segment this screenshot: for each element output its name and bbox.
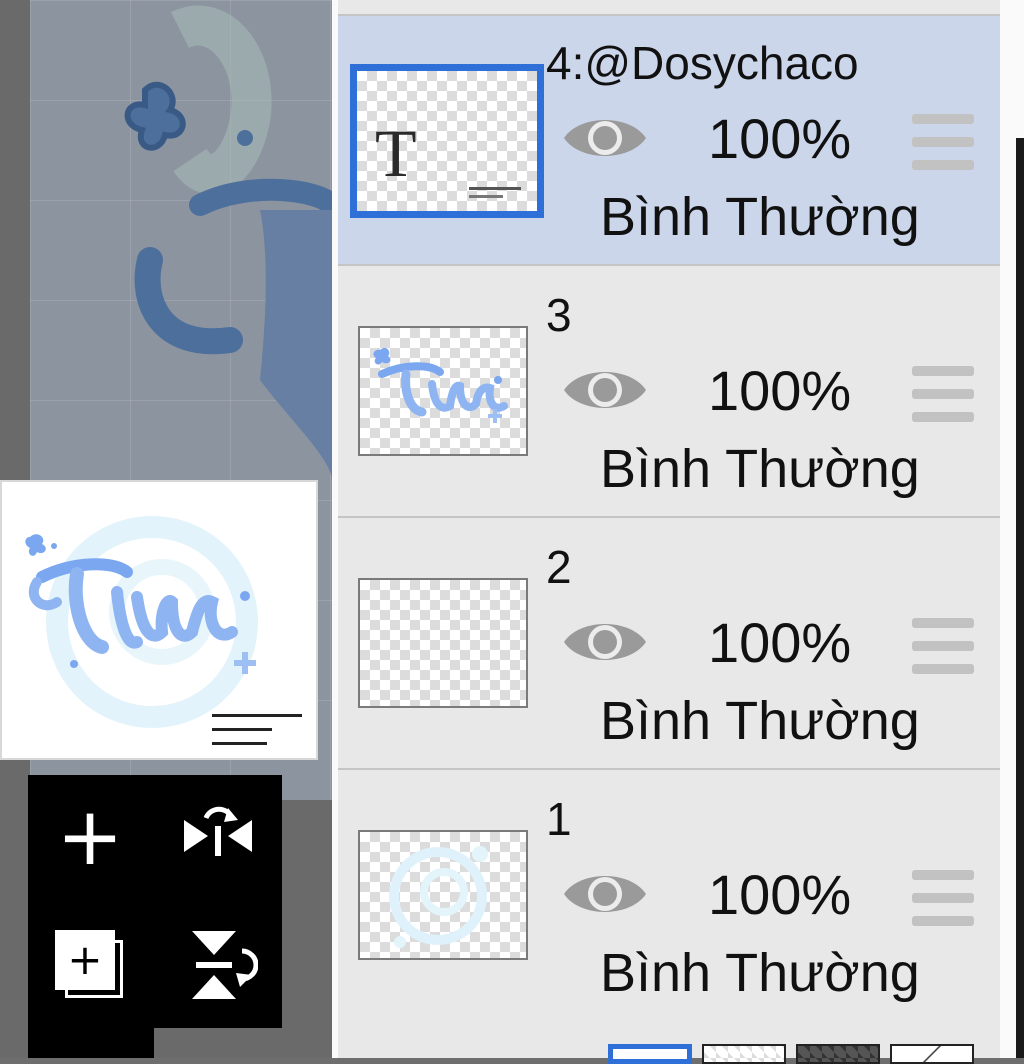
layer-name: 4:@Dosychaco	[546, 37, 859, 89]
drag-handle-icon[interactable]	[912, 618, 974, 687]
drag-handle-icon[interactable]	[912, 366, 974, 435]
layer-row-3[interactable]: 3 100% Bình Thường	[338, 268, 1000, 518]
layer-thumbnail-art	[373, 347, 508, 423]
plus-icon: +	[67, 935, 103, 984]
layer-opacity[interactable]: 100%	[708, 106, 851, 171]
panel-header-strip	[338, 0, 1000, 16]
layer-tools: + +	[28, 775, 282, 1028]
layer-opacity[interactable]: 100%	[708, 610, 851, 675]
background-white-swatch[interactable]	[608, 1044, 692, 1064]
layer-thumbnail[interactable]	[358, 326, 528, 456]
background-transparent-swatch[interactable]	[702, 1044, 786, 1064]
layer-row-1[interactable]: 1 100% Bình Thường	[338, 772, 1000, 1022]
flip-horizontal-icon	[184, 806, 252, 856]
eye-icon[interactable]	[560, 108, 650, 168]
copy-layer-icon: +	[55, 930, 125, 1000]
flip-vertical-icon	[192, 931, 258, 999]
layer-blend-mode[interactable]: Bình Thường	[600, 186, 920, 248]
background-swatch-row	[338, 1020, 1000, 1064]
add-copy-layer-button[interactable]: +	[40, 915, 140, 1015]
layer-blend-mode[interactable]: Bình Thường	[600, 690, 920, 752]
layer-name: 1	[546, 793, 572, 845]
flip-horizontal-button[interactable]	[168, 787, 268, 887]
drag-handle-icon[interactable]	[912, 114, 974, 183]
layer-panel: T 4:@Dosychaco 100% Bình Thường 3 100% B…	[332, 0, 1004, 1064]
background-none-swatch[interactable]	[890, 1044, 974, 1064]
navigator-preview[interactable]	[0, 480, 318, 760]
layer-opacity[interactable]: 100%	[708, 358, 851, 423]
layer-blend-mode[interactable]: Bình Thường	[600, 942, 920, 1004]
layer-tools-footer	[28, 1028, 154, 1058]
panel-scrollbar[interactable]	[1016, 138, 1024, 1058]
flip-vertical-button[interactable]	[168, 915, 268, 1015]
add-layer-button[interactable]: +	[40, 787, 140, 887]
layer-name: 2	[546, 541, 572, 593]
layer-thumbnail[interactable]	[358, 830, 528, 960]
eye-icon[interactable]	[560, 612, 650, 672]
eye-icon[interactable]	[560, 360, 650, 420]
layer-opacity[interactable]: 100%	[708, 862, 851, 927]
layer-thumbnail-art	[389, 846, 488, 948]
layer-row-2[interactable]: 2 100% Bình Thường	[338, 520, 1000, 770]
layer-thumbnail[interactable]	[358, 578, 528, 708]
preview-artwork	[25, 516, 302, 745]
layer-row-4[interactable]: T 4:@Dosychaco 100% Bình Thường	[338, 16, 1000, 266]
eye-icon[interactable]	[560, 864, 650, 924]
text-layer-glyph: T	[375, 115, 417, 191]
plus-icon: +	[56, 790, 124, 883]
layer-thumbnail[interactable]: T	[350, 64, 544, 218]
layer-blend-mode[interactable]: Bình Thường	[600, 438, 920, 500]
drag-handle-icon[interactable]	[912, 870, 974, 939]
layer-name: 3	[546, 289, 572, 341]
canvas-area[interactable]: + +	[0, 0, 343, 1058]
background-dark-swatch[interactable]	[796, 1044, 880, 1064]
canvas-artwork	[124, 5, 343, 480]
